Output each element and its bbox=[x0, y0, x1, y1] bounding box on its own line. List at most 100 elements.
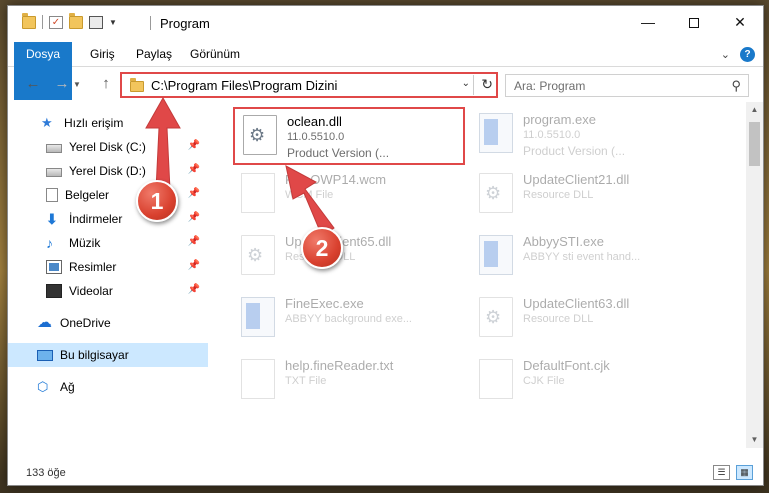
sidebar-item-quick-access[interactable]: ★ Hızlı erişim bbox=[8, 111, 208, 135]
tab-view[interactable]: Görünüm bbox=[178, 42, 252, 67]
sidebar-item-pictures[interactable]: Resimler 📌 bbox=[8, 255, 208, 279]
text-file-icon bbox=[241, 359, 275, 399]
sidebar-item-label: OneDrive bbox=[60, 316, 111, 330]
scroll-down-button[interactable]: ▼ bbox=[746, 432, 763, 448]
file-detail: TXT File bbox=[285, 375, 327, 387]
minimize-button[interactable]: — bbox=[625, 6, 671, 38]
close-button[interactable]: ✕ bbox=[717, 6, 763, 38]
sidebar-item-music[interactable]: ♪ Müzik 📌 bbox=[8, 231, 208, 255]
address-path[interactable]: C:\Program Files\Program Dizini bbox=[151, 78, 337, 93]
view-switcher: ☰ ▦ bbox=[713, 465, 753, 480]
address-bar[interactable]: C:\Program Files\Program Dizini ⌄ ↻ bbox=[120, 72, 498, 98]
tiles-view-button[interactable]: ▦ bbox=[736, 465, 753, 480]
file-item-program-exe[interactable]: program.exe 11.0.5510.0 Product Version … bbox=[471, 107, 703, 165]
status-bar: 133 öğe ☰ ▦ bbox=[8, 461, 763, 485]
file-item-updateclient21[interactable]: UpdateClient21.dll Resource DLL bbox=[471, 167, 703, 225]
vertical-scrollbar[interactable]: ▲ ▼ bbox=[746, 102, 763, 448]
search-input[interactable]: Ara: Program ⚲ bbox=[505, 74, 749, 97]
ribbon-controls: ⌄ ? bbox=[721, 47, 755, 62]
sidebar-item-network[interactable]: ⬡ Ağ bbox=[8, 375, 208, 399]
refresh-button[interactable]: ↻ bbox=[481, 76, 493, 93]
sidebar-item-label: Videolar bbox=[69, 284, 113, 298]
file-item-help-txt[interactable]: help.fineReader.txt TXT File bbox=[233, 353, 465, 411]
dll-icon bbox=[243, 115, 277, 155]
sidebar-item-documents[interactable]: Belgeler 📌 bbox=[8, 183, 208, 207]
sidebar-item-onedrive[interactable]: ☁ OneDrive bbox=[8, 311, 208, 335]
sidebar-item-drive-c[interactable]: Yerel Disk (C:) 📌 bbox=[8, 135, 208, 159]
file-item-fineexec[interactable]: FineExec.exe ABBYY background exe... bbox=[233, 291, 465, 349]
recent-locations-dropdown[interactable]: ▼ bbox=[71, 80, 83, 89]
folder-icon bbox=[22, 12, 36, 29]
file-item-updateclient65[interactable]: UpdateClient65.dll Resource DLL bbox=[233, 229, 465, 287]
window-title: Program bbox=[160, 16, 210, 31]
scroll-thumb[interactable] bbox=[749, 122, 760, 166]
maximize-button[interactable] bbox=[671, 6, 717, 38]
pin-icon[interactable]: 📌 bbox=[188, 140, 200, 151]
dll-icon bbox=[241, 235, 275, 275]
file-detail: Product Version (... bbox=[287, 146, 390, 160]
file-item-defaultfont[interactable]: DefaultFont.cjk CJK File bbox=[471, 353, 703, 411]
toolbar-divider bbox=[42, 15, 43, 29]
file-name: program.exe bbox=[523, 112, 596, 127]
cloud-icon: ☁ bbox=[37, 314, 52, 331]
file-item-abbyysti[interactable]: AbbyySTI.exe ABBYY sti event hand... bbox=[471, 229, 703, 287]
sidebar-item-label: Belgeler bbox=[65, 188, 110, 202]
navigation-bar: ← → ▼ ↑ C:\Program Files\Program Dizini … bbox=[8, 68, 763, 102]
sidebar-item-label: Müzik bbox=[69, 236, 101, 250]
pin-icon[interactable]: 📌 bbox=[188, 212, 200, 223]
sidebar-item-drive-d[interactable]: Yerel Disk (D:) 📌 bbox=[8, 159, 208, 183]
exe-icon bbox=[479, 113, 513, 153]
up-button[interactable]: ↑ bbox=[96, 75, 116, 92]
back-button[interactable]: ← bbox=[23, 75, 43, 92]
music-icon: ♪ bbox=[46, 235, 53, 251]
sidebar-item-label: Hızlı erişim bbox=[64, 116, 124, 130]
expand-ribbon-icon[interactable]: ⌄ bbox=[721, 48, 730, 61]
navigation-pane: ★ Hızlı erişim Yerel Disk (C:) 📌 Yerel D… bbox=[8, 106, 208, 444]
file-name: UpdateClient63.dll bbox=[523, 296, 630, 311]
pin-icon[interactable]: 📌 bbox=[188, 188, 200, 199]
file-name: help.fineReader.txt bbox=[285, 358, 394, 373]
properties-check-icon[interactable]: ✓ bbox=[49, 15, 63, 29]
scroll-up-button[interactable]: ▲ bbox=[746, 102, 763, 118]
tab-share[interactable]: Paylaş bbox=[124, 42, 184, 67]
sidebar-item-this-pc[interactable]: Bu bilgisayar bbox=[8, 343, 208, 367]
address-history-chevron-icon[interactable]: ⌄ bbox=[462, 78, 470, 89]
forward-button[interactable]: → bbox=[52, 75, 72, 92]
file-name: FineOWP14.wcm bbox=[285, 172, 387, 187]
file-detail: 11.0.5510.0 bbox=[287, 131, 345, 143]
sidebar-item-videos[interactable]: Videolar 📌 bbox=[8, 279, 208, 303]
pin-icon[interactable]: 📌 bbox=[188, 236, 200, 247]
pictures-icon bbox=[46, 260, 62, 274]
pin-icon[interactable]: 📌 bbox=[188, 284, 200, 295]
dll-icon bbox=[479, 173, 513, 213]
video-icon bbox=[46, 284, 62, 298]
file-item-wcm[interactable]: FineOWP14.wcm WCM File bbox=[233, 167, 465, 225]
network-icon: ⬡ bbox=[37, 379, 49, 394]
details-view-button[interactable]: ☰ bbox=[713, 465, 730, 480]
file-item-updateclient63[interactable]: UpdateClient63.dll Resource DLL bbox=[471, 291, 703, 349]
exe-icon bbox=[241, 297, 275, 337]
step-badge-1: 1 bbox=[136, 180, 178, 222]
help-icon[interactable]: ? bbox=[740, 47, 755, 62]
pin-icon[interactable]: 📌 bbox=[188, 164, 200, 175]
file-detail: ABBYY background exe... bbox=[285, 313, 412, 325]
file-detail: Product Version (... bbox=[523, 144, 626, 158]
computer-icon bbox=[37, 349, 53, 361]
file-detail: ABBYY sti event hand... bbox=[523, 251, 641, 263]
file-name: DefaultFont.cjk bbox=[523, 358, 610, 373]
tab-home[interactable]: Giriş bbox=[78, 42, 127, 67]
customize-dropdown-icon[interactable]: ▼ bbox=[109, 18, 117, 27]
file-detail: CJK File bbox=[523, 375, 565, 387]
exe-icon bbox=[479, 235, 513, 275]
sidebar-item-downloads[interactable]: ⬇ İndirmeler 📌 bbox=[8, 207, 208, 231]
pin-icon[interactable]: 📌 bbox=[188, 260, 200, 271]
sidebar-item-label: Bu bilgisayar bbox=[60, 348, 129, 362]
title-bar: ✓ ▼ Program — ✕ bbox=[8, 6, 763, 38]
new-folder-icon[interactable] bbox=[69, 12, 83, 29]
download-icon: ⬇ bbox=[46, 211, 58, 227]
dll-icon bbox=[479, 297, 513, 337]
file-icon bbox=[479, 359, 513, 399]
properties-icon[interactable] bbox=[89, 15, 103, 29]
file-item-oclean-dll[interactable]: oclean.dll 11.0.5510.0 Product Version (… bbox=[233, 107, 465, 165]
title-divider bbox=[150, 16, 151, 30]
